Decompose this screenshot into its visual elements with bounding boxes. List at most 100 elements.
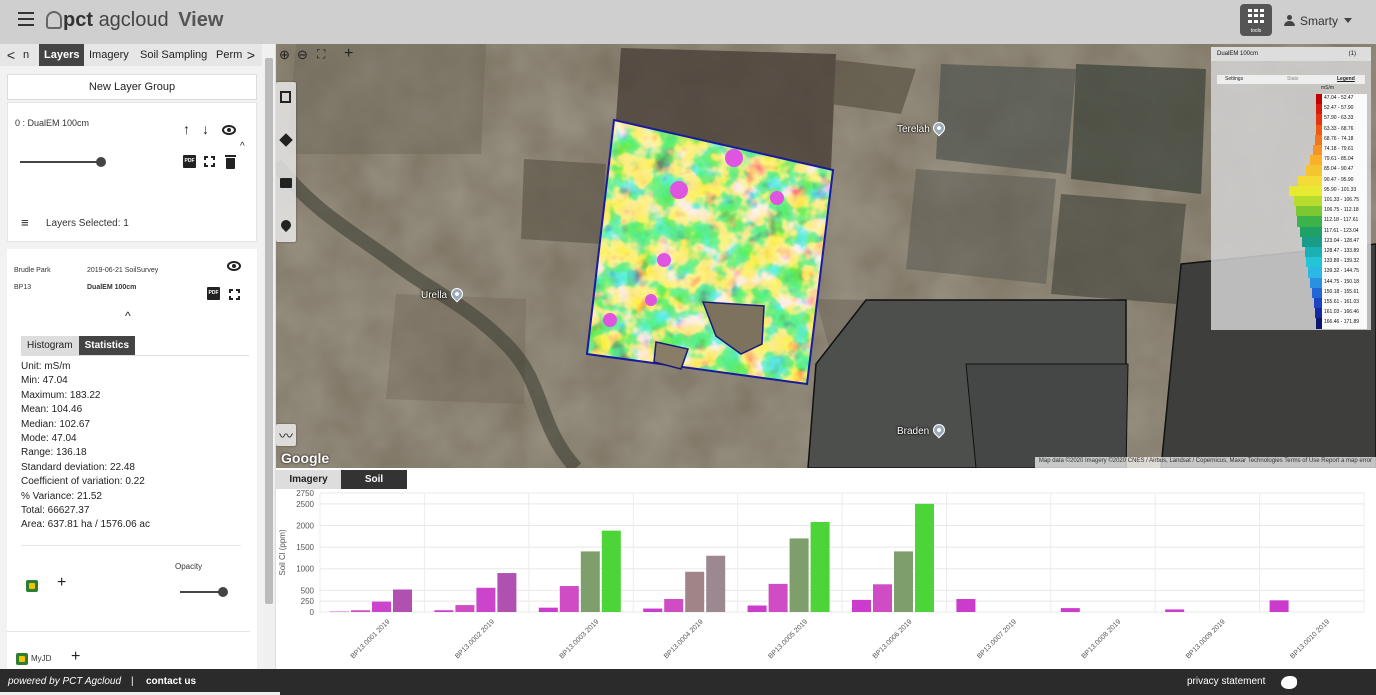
stat-cv: Coefficient of variation: 0.22 [21,476,145,488]
legend-histogram-bar [1297,216,1319,227]
visibility-icon[interactable] [222,125,236,135]
fullscreen-icon[interactable] [229,289,240,300]
zoom-in-icon[interactable]: ⊕ [279,47,290,63]
statistics-list: Unit: mS/m Min: 47.04 Maximum: 183.22 Me… [21,360,150,533]
add-icon[interactable]: + [71,648,80,666]
layer-card: 0 : DualEM 100cm ↑ ↓ ^ PDF ≡ Layers Sele… [7,102,257,242]
tabs-next-button[interactable]: > [244,44,258,66]
pdf-icon[interactable]: PDF [183,155,196,168]
tab-perm[interactable]: Perm [211,44,247,66]
legend-row: 112.18 - 117.61 [1322,216,1367,227]
tab-stats[interactable]: Stats [1287,76,1298,82]
john-deere-icon[interactable] [16,653,28,665]
image-icon[interactable] [280,178,292,188]
twitter-icon[interactable] [1281,676,1297,689]
add-icon[interactable]: + [344,45,353,63]
y-tick-label: 2750 [296,489,314,498]
tab-histogram[interactable]: Histogram [21,336,79,355]
location-pin-icon[interactable] [278,217,294,233]
zoom-out-icon[interactable]: ⊖ [297,47,308,63]
chart-bar [601,530,621,612]
tab-legend[interactable]: Legend [1337,76,1355,82]
stat-max: Maximum: 183.22 [21,389,101,401]
stat-std: Standard deviation: 22.48 [21,461,135,473]
legend-row: 74.18 - 79.61 [1322,145,1367,156]
stat-range: Range: 136.18 [21,447,87,459]
chart-bar [1165,609,1185,612]
legend-histogram-bar [1289,185,1319,196]
chevron-up-icon[interactable]: ^ [125,309,131,323]
stat-min: Min: 47.04 [21,375,68,387]
legend-histogram-bar [1310,155,1319,166]
footer: powered by PCT Agcloud | contact us priv… [0,669,1376,695]
contact-link[interactable]: contact us [146,676,196,687]
chart-bar [455,605,475,612]
y-axis-label: Soil Cl (ppm) [278,529,287,576]
map-view[interactable]: ⊕ ⊖ ⛶ + 〰 Terelah Urella Braden Google M… [276,44,1376,468]
chart-bar [956,599,976,612]
legend-row: 90.47 - 95.90 [1322,175,1367,186]
chart-bar [706,555,726,612]
arrow-down-icon[interactable]: ↓ [202,121,209,137]
chart-bar [393,589,412,612]
x-tick-label: BP13.0005 2019 [767,618,809,660]
chevron-up-icon[interactable]: ^ [240,141,245,152]
map-attribution[interactable]: Map data ©2020 Imagery ©2020 CNES / Airb… [1034,457,1376,468]
layer-opacity-track[interactable] [20,161,102,163]
opacity-thumb[interactable] [218,587,228,597]
menu-icon[interactable] [18,12,34,26]
chart-bar [768,583,788,612]
legend-row: 161.03 - 166.46 [1322,308,1367,319]
legend-histogram-bar [1293,196,1319,207]
y-tick-label: 1500 [296,543,314,552]
pdf-icon[interactable]: PDF [207,287,220,300]
chart-bar [915,503,934,612]
new-layer-group-button[interactable]: New Layer Group [7,74,257,100]
legend-histogram-bar [1298,175,1319,186]
user-icon [1284,15,1295,26]
tab-imagery[interactable]: Imagery [84,44,134,66]
map-icon[interactable] [280,91,291,103]
fit-extent-icon[interactable]: ⛶ [317,47,325,62]
john-deere-icon[interactable] [26,580,38,592]
chart-bar [1269,600,1289,612]
chevron-down-icon [1344,18,1353,23]
stat-area: Area: 637.81 ha / 1576.06 ac [21,519,150,531]
legend-unit: mS/m [1321,85,1335,91]
scrollbar-thumb[interactable] [265,58,273,604]
x-tick-label: BP13.0001 2019 [350,618,392,660]
tab-partial[interactable]: n [18,44,34,66]
delete-icon[interactable] [225,155,236,169]
tab-imagery[interactable]: Imagery [276,470,341,489]
stat-total: Total: 66627.37 [21,505,90,517]
layer-opacity-thumb[interactable] [96,157,106,167]
chart-bar [434,610,454,612]
legend-row: 139.32 - 144.75 [1322,267,1367,278]
user-menu[interactable]: Smarty [1284,14,1353,28]
chart-bar [789,538,809,612]
legend-header: DualEM 100cm (1) [1211,47,1371,61]
tab-soil[interactable]: Soil [341,470,407,489]
layer-name: 0 : DualEM 100cm [15,118,90,128]
app-logo[interactable]: pct agcloud View [46,9,223,32]
privacy-link[interactable]: privacy statement [1187,676,1265,687]
add-icon[interactable]: + [57,574,66,592]
tabs-prev-button[interactable]: < [4,44,18,66]
chart-toggle-button[interactable]: 〰 [276,424,296,446]
tab-settings[interactable]: Settings [1225,76,1243,82]
apps-button[interactable]: tools [1240,4,1272,36]
scrollbar[interactable] [263,44,275,669]
legend-row: 128.47 - 133.89 [1322,247,1367,258]
visibility-icon[interactable] [227,261,241,271]
arrow-up-icon[interactable]: ↑ [183,121,190,137]
legend-histogram-bar [1299,226,1319,237]
chart-bar [643,608,663,612]
layers-icon[interactable] [279,133,293,147]
fullscreen-icon[interactable] [204,156,215,167]
tab-layers[interactable]: Layers [39,44,85,66]
tab-statistics[interactable]: Statistics [78,336,136,355]
tab-soil-sampling[interactable]: Soil Sampling [135,44,212,66]
filter-icon[interactable]: ≡ [21,215,29,230]
place-label: Urella [421,290,448,301]
chart-panel: Imagery Soil 0 250 500 1000 1500 2000 2500 2750… [276,468,1376,669]
